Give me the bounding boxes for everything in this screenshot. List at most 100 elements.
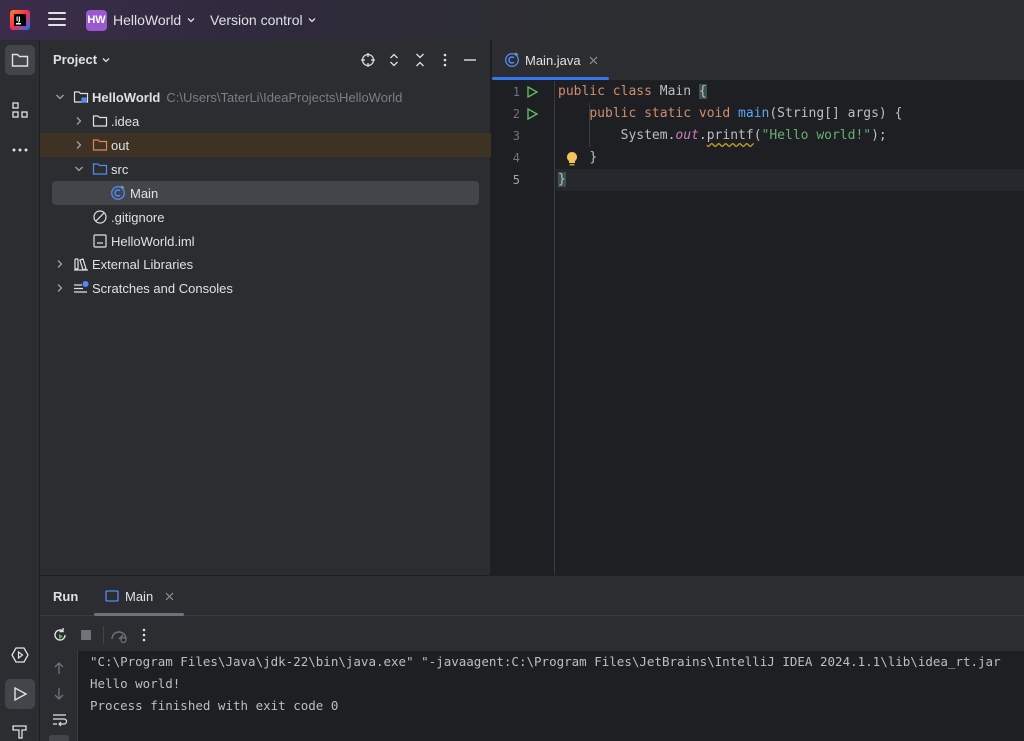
services-icon — [11, 647, 29, 663]
tree-item-label: .gitignore — [111, 209, 165, 225]
hide-panel-icon[interactable] — [462, 52, 478, 68]
tree-item-scratches[interactable]: Scratches and Consoles — [40, 276, 491, 300]
run-panel-header: Run Main — [40, 576, 1024, 616]
options-icon[interactable] — [437, 52, 453, 68]
run-gutter-icon[interactable] — [526, 86, 538, 98]
line-number: 3 — [512, 129, 520, 143]
services-tool-button[interactable] — [5, 640, 35, 670]
editor-tab-bar: Main.java — [492, 40, 1024, 81]
editor-gutter: 1 2 3 4 5 — [492, 81, 555, 575]
profiler-icon[interactable] — [110, 627, 128, 643]
collapse-all-icon[interactable] — [412, 52, 428, 68]
java-class-icon — [505, 52, 519, 67]
tree-item-label: Main — [130, 185, 159, 201]
console-line: "C:\Program Files\Java\jdk-22\bin\java.e… — [90, 654, 1001, 669]
main-menu-icon[interactable] — [48, 12, 66, 28]
project-switcher[interactable]: HW HelloWorld — [86, 9, 195, 31]
project-panel-header: Project — [40, 40, 491, 80]
code-line-2: public static void main(String[] args) { — [589, 106, 903, 121]
chevron-right-icon[interactable] — [74, 116, 84, 126]
chevron-down-icon — [187, 18, 195, 23]
tool-window-strip — [0, 40, 40, 741]
intellij-logo-icon[interactable]: IJ — [9, 9, 31, 31]
locate-icon[interactable] — [360, 52, 376, 68]
tree-item-external-libraries[interactable]: External Libraries — [40, 252, 491, 276]
console-icon — [105, 590, 119, 602]
tree-item-label: src — [111, 161, 129, 177]
more-tools-button[interactable] — [5, 135, 35, 165]
tree-item-root[interactable]: HelloWorld C:\Users\TaterLi\IdeaProjects\… — [40, 85, 491, 109]
console-line: Hello world! — [90, 676, 181, 691]
hammer-icon — [12, 725, 27, 739]
tab-main-java[interactable]: Main.java — [492, 40, 609, 81]
structure-tool-button[interactable] — [5, 95, 35, 125]
tree-item-iml[interactable]: HelloWorld.iml — [40, 229, 491, 253]
run-icon — [14, 686, 28, 702]
folder-icon — [92, 115, 108, 127]
arrow-up-icon[interactable] — [53, 661, 65, 675]
tree-item-label: Scratches and Consoles — [92, 280, 233, 296]
chevron-right-icon[interactable] — [55, 283, 65, 293]
console-gutter — [40, 651, 78, 741]
close-icon[interactable] — [165, 592, 174, 601]
run-tab-main[interactable]: Main — [94, 576, 184, 616]
project-view-dropdown[interactable]: Project — [53, 52, 110, 67]
project-root-label: HelloWorld — [92, 89, 161, 105]
iml-file-icon — [93, 234, 107, 248]
console-line: Process finished with exit code 0 — [90, 698, 339, 713]
current-line-highlight — [556, 169, 1024, 191]
chevron-right-icon[interactable] — [55, 259, 65, 269]
tree-item-idea[interactable]: .idea — [40, 109, 491, 133]
toolbar-divider — [103, 626, 104, 644]
more-horizontal-icon — [12, 148, 28, 152]
svg-text:IJ: IJ — [16, 16, 20, 23]
tree-item-gitignore[interactable]: .gitignore — [40, 205, 491, 229]
code-line-5: } — [558, 172, 566, 187]
tree-item-label: .idea — [111, 113, 140, 129]
code-line-1: public class Main { — [558, 84, 707, 99]
library-icon — [74, 258, 88, 271]
project-badge: HW — [86, 9, 107, 31]
close-icon[interactable] — [589, 56, 598, 65]
project-tool-button[interactable] — [5, 45, 35, 75]
code-line-3: System.out.printf("Hello world!"); — [620, 128, 887, 143]
project-panel: Project HelloWorld C:\Users\TaterLi\IdeaP… — [40, 40, 491, 575]
chevron-down-icon[interactable] — [55, 92, 65, 102]
editor: Main.java 1 2 3 4 5 public class Main { … — [492, 40, 1024, 575]
terminal-tool-button[interactable] — [5, 716, 35, 741]
tree-item-src[interactable]: src — [40, 157, 491, 181]
line-number: 5 — [512, 173, 520, 187]
soft-wrap-icon[interactable] — [52, 713, 68, 727]
tree-item-out[interactable]: out — [40, 133, 491, 157]
run-tool-button[interactable] — [5, 679, 35, 709]
chevron-right-icon[interactable] — [74, 140, 84, 150]
ignore-file-icon — [93, 210, 107, 224]
chevron-down-icon — [308, 18, 316, 23]
active-tab-indicator — [492, 77, 609, 80]
arrow-down-icon[interactable] — [53, 687, 65, 701]
chevron-down-icon — [102, 57, 110, 62]
excluded-folder-icon — [92, 139, 108, 151]
java-class-icon — [111, 185, 125, 200]
run-panel: Run Main "C:\Program Files\Java\jdk-22\b… — [40, 575, 1024, 741]
stop-icon[interactable] — [79, 628, 93, 642]
source-folder-icon — [92, 163, 108, 175]
active-tab-indicator — [94, 613, 184, 616]
line-number: 1 — [512, 85, 520, 99]
console-output[interactable]: "C:\Program Files\Java\jdk-22\bin\java.e… — [78, 651, 1024, 741]
tree-item-main[interactable]: Main — [52, 181, 479, 205]
rerun-icon[interactable] — [52, 627, 68, 643]
run-tab-label: Main — [125, 589, 154, 604]
scroll-to-end-button[interactable] — [49, 735, 69, 741]
project-name: HelloWorld — [113, 12, 182, 28]
code-line-4: } — [589, 150, 598, 165]
expand-all-icon[interactable] — [386, 52, 402, 68]
run-gutter-icon[interactable] — [526, 108, 538, 120]
tree-item-label: External Libraries — [92, 256, 194, 272]
tree-item-label: out — [111, 137, 130, 153]
options-icon[interactable] — [137, 627, 151, 643]
project-panel-title: Project — [53, 52, 98, 67]
chevron-down-icon[interactable] — [74, 164, 84, 174]
code-area[interactable]: public class Main { public static void m… — [556, 81, 1024, 575]
version-control-menu[interactable]: Version control — [210, 9, 316, 31]
